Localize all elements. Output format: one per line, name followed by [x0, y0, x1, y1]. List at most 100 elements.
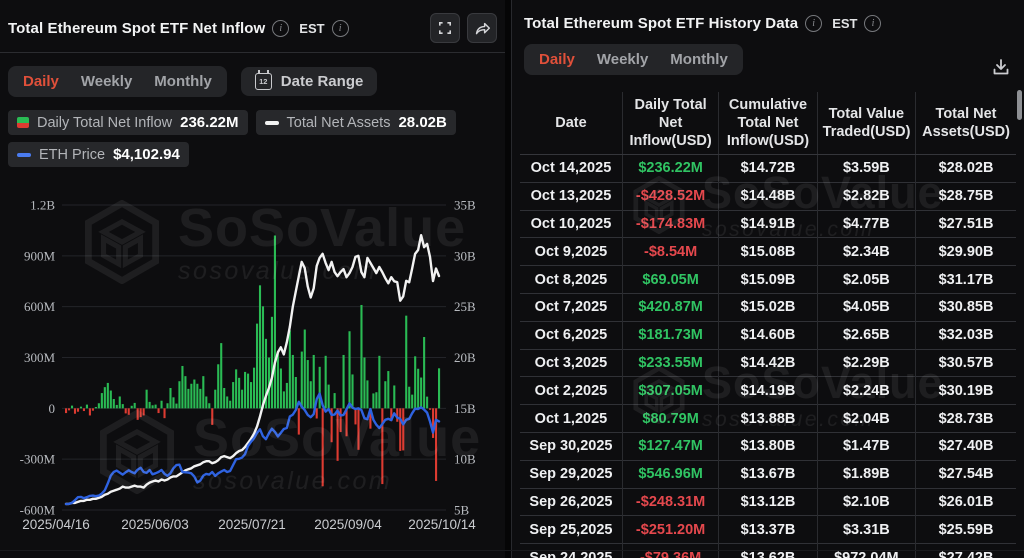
date-range-button[interactable]: 12 Date Range — [241, 67, 378, 96]
cell-value: $1.47B — [817, 432, 915, 460]
tab-daily[interactable]: Daily — [539, 51, 575, 68]
combo-chart-canvas[interactable]: 1.2B35B900M30B600M25B300M20B015B-300M10B… — [0, 178, 505, 558]
table-row[interactable]: Oct 3,2025$233.55M$14.42B$2.29B$30.57B — [520, 349, 1016, 377]
legend-item-assets[interactable]: Total Net Assets 28.02B — [256, 110, 456, 135]
info-icon[interactable] — [864, 15, 881, 32]
cell-value: $29.90B — [916, 238, 1016, 266]
timezone-label: EST — [299, 21, 324, 36]
svg-text:2025/07/21: 2025/07/21 — [218, 517, 286, 532]
table-row[interactable]: Oct 6,2025$181.73M$14.60B$2.65B$32.03B — [520, 321, 1016, 349]
table-row[interactable]: Oct 9,2025-$8.54M$15.08B$2.34B$29.90B — [520, 238, 1016, 266]
net-inflow-header: Total Ethereum Spot ETF Net Inflow EST — [0, 0, 505, 43]
table-row[interactable]: Oct 14,2025$236.22M$14.72B$3.59B$28.02B — [520, 155, 1016, 183]
cell-value: $181.73M — [622, 321, 718, 349]
legend-item-eth-price[interactable]: ETH Price $4,102.94 — [8, 142, 189, 167]
download-button[interactable] — [988, 54, 1014, 80]
history-table-wrap: Date Daily Total Net Inflow(USD) Cumulat… — [512, 92, 1024, 558]
table-row[interactable]: Oct 7,2025$420.87M$15.02B$4.05B$30.85B — [520, 293, 1016, 321]
cell-value: $13.12B — [719, 488, 817, 516]
cell-value: -$8.54M — [622, 238, 718, 266]
cell-value: $13.67B — [719, 460, 817, 488]
history-data-panel: Total Ethereum Spot ETF History Data EST… — [512, 0, 1024, 558]
tab-weekly[interactable]: Weekly — [81, 73, 132, 90]
table-header-row: Date Daily Total Net Inflow(USD) Cumulat… — [520, 92, 1016, 155]
table-row[interactable]: Oct 10,2025-$174.83M$14.91B$4.77B$27.51B — [520, 210, 1016, 238]
tab-monthly[interactable]: Monthly — [670, 51, 728, 68]
cell-date: Sep 26,2025 — [520, 488, 622, 516]
inflow-chart[interactable]: 1.2B35B900M30B600M25B300M20B015B-300M10B… — [0, 178, 505, 558]
cell-value: -$248.31M — [622, 488, 718, 516]
svg-text:2025/06/03: 2025/06/03 — [121, 517, 189, 532]
fullscreen-button[interactable] — [430, 13, 460, 43]
col-header-value-traded: Total Value Traded(USD) — [817, 92, 915, 155]
cell-value: $13.37B — [719, 516, 817, 544]
cell-value: $30.19B — [916, 377, 1016, 405]
table-row[interactable]: Oct 2,2025$307.05M$14.19B$2.24B$30.19B — [520, 377, 1016, 405]
cell-value: $3.59B — [817, 155, 915, 183]
svg-text:15B: 15B — [454, 401, 476, 416]
cell-value: $420.87M — [622, 293, 718, 321]
cell-value: $26.01B — [916, 488, 1016, 516]
svg-text:2025/09/04: 2025/09/04 — [314, 517, 382, 532]
legend-value: $4,102.94 — [113, 146, 180, 163]
legend-value: 236.22M — [180, 114, 238, 131]
cell-value: $13.80B — [719, 432, 817, 460]
cell-date: Oct 6,2025 — [520, 321, 622, 349]
chart-legend: Daily Total Net Inflow 236.22M Total Net… — [8, 110, 497, 167]
info-icon[interactable] — [332, 20, 349, 37]
chart-controls: Daily Weekly Monthly 12 Date Range — [8, 66, 497, 97]
cell-value: $28.73B — [916, 405, 1016, 433]
legend-label: Daily Total Net Inflow — [37, 115, 172, 131]
period-tabs: Daily Weekly Monthly — [524, 44, 743, 75]
svg-text:5B: 5B — [454, 503, 470, 518]
table-row[interactable]: Oct 1,2025$80.79M$13.88B$2.04B$28.73B — [520, 405, 1016, 433]
calendar-icon: 12 — [255, 73, 272, 90]
svg-text:30B: 30B — [454, 248, 476, 263]
svg-text:10B: 10B — [454, 452, 476, 467]
col-header-date: Date — [520, 92, 622, 155]
svg-text:25B: 25B — [454, 299, 476, 314]
table-scrollbar[interactable] — [1017, 90, 1022, 120]
net-inflow-panel: Total Ethereum Spot ETF Net Inflow EST — [0, 0, 505, 558]
cell-value: $14.42B — [719, 349, 817, 377]
cell-value: $2.65B — [817, 321, 915, 349]
history-table: Date Daily Total Net Inflow(USD) Cumulat… — [520, 92, 1016, 558]
cell-value: $2.04B — [817, 405, 915, 433]
table-row[interactable]: Sep 26,2025-$248.31M$13.12B$2.10B$26.01B — [520, 488, 1016, 516]
cell-value: $30.85B — [916, 293, 1016, 321]
col-header-daily-inflow: Daily Total Net Inflow(USD) — [622, 92, 718, 155]
svg-text:2025/04/16: 2025/04/16 — [22, 517, 90, 532]
table-row[interactable]: Sep 30,2025$127.47M$13.80B$1.47B$27.40B — [520, 432, 1016, 460]
svg-text:0: 0 — [49, 401, 56, 416]
cell-value: $69.05M — [622, 266, 718, 294]
info-icon[interactable] — [805, 15, 822, 32]
legend-item-inflow[interactable]: Daily Total Net Inflow 236.22M — [8, 110, 248, 135]
svg-text:-300M: -300M — [20, 452, 56, 467]
cell-value: -$251.20M — [622, 516, 718, 544]
cell-date: Oct 7,2025 — [520, 293, 622, 321]
table-row[interactable]: Oct 8,2025$69.05M$15.09B$2.05B$31.17B — [520, 266, 1016, 294]
cell-date: Oct 2,2025 — [520, 377, 622, 405]
table-row[interactable]: Sep 29,2025$546.96M$13.67B$1.89B$27.54B — [520, 460, 1016, 488]
table-row[interactable]: Sep 25,2025-$251.20M$13.37B$3.31B$25.59B — [520, 516, 1016, 544]
download-icon — [991, 57, 1011, 77]
svg-text:300M: 300M — [24, 350, 56, 365]
cell-value: $4.05B — [817, 293, 915, 321]
cell-date: Oct 14,2025 — [520, 155, 622, 183]
tab-daily[interactable]: Daily — [23, 73, 59, 90]
page-title: Total Ethereum Spot ETF History Data — [524, 15, 798, 32]
tab-monthly[interactable]: Monthly — [154, 73, 212, 90]
cell-date: Sep 30,2025 — [520, 432, 622, 460]
legend-label: ETH Price — [39, 147, 105, 163]
cell-value: $546.96M — [622, 460, 718, 488]
cell-date: Oct 1,2025 — [520, 405, 622, 433]
info-icon[interactable] — [272, 20, 289, 37]
svg-text:2025/10/14: 2025/10/14 — [408, 517, 476, 532]
table-row[interactable]: Oct 13,2025-$428.52M$14.48B$2.82B$28.75B — [520, 182, 1016, 210]
cell-value: $25.59B — [916, 516, 1016, 544]
tab-weekly[interactable]: Weekly — [597, 51, 648, 68]
cell-value: $233.55M — [622, 349, 718, 377]
cell-value: $27.54B — [916, 460, 1016, 488]
white-line-icon — [265, 121, 279, 125]
share-button[interactable] — [467, 13, 497, 43]
